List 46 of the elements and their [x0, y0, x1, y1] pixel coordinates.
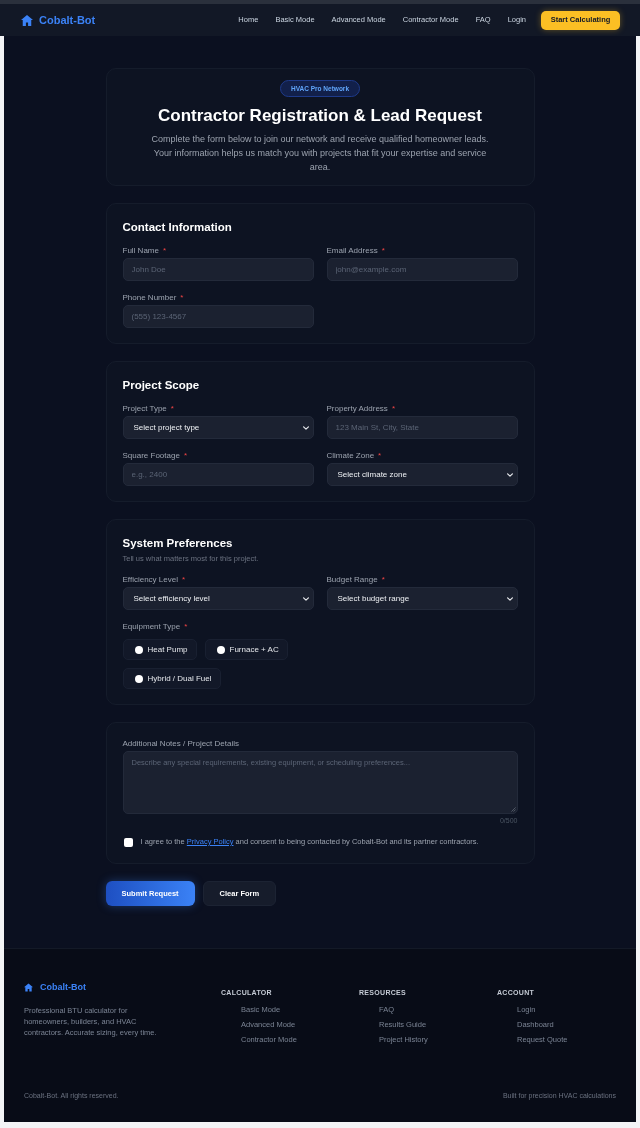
- page-description: Complete the form below to join our network and receive qualified homeowner leads. Your information helps us match you with projects that fit your expertise and service area.: [150, 133, 490, 174]
- chevron-down-icon: [506, 472, 513, 477]
- required-asterisk: *: [183, 451, 187, 461]
- field-label: Efficiency Level: [122, 575, 178, 585]
- field-label: Climate Zone: [326, 451, 375, 461]
- section-title: Contact Information: [122, 220, 232, 235]
- dropdown-select[interactable]: Select climate zone: [326, 463, 518, 486]
- required-asterisk: *: [170, 404, 174, 414]
- field-label: Property Address: [326, 404, 388, 414]
- text-input[interactable]: john@example.com: [326, 258, 518, 281]
- required-asterisk: *: [391, 404, 395, 414]
- required-asterisk: *: [381, 575, 385, 585]
- field-label: Square Footage: [122, 451, 180, 461]
- required-asterisk: *: [184, 622, 188, 632]
- resize-grip-icon: [510, 807, 516, 812]
- page-title: Contractor Registration & Lead Request: [158, 105, 482, 126]
- text-input[interactable]: e.g., 2400: [122, 463, 314, 486]
- section-title: Project Scope: [122, 378, 200, 393]
- field-label: Full Name: [122, 246, 159, 256]
- radio-option[interactable]: Heat Pump: [122, 639, 197, 660]
- field-label: Budget Range: [326, 575, 378, 585]
- radio-option[interactable]: Furnace + AC: [204, 639, 288, 660]
- field-label: Email Address: [326, 246, 378, 256]
- house-icon: [21, 14, 33, 26]
- required-asterisk: *: [180, 293, 184, 303]
- field-label: Phone Number: [122, 293, 177, 303]
- radio-option[interactable]: Hybrid / Dual Fuel: [122, 668, 221, 689]
- section-title: System Preferences: [122, 536, 233, 551]
- dropdown-select[interactable]: Select project type: [122, 416, 314, 439]
- house-icon: [24, 982, 33, 992]
- text-input[interactable]: (555) 123-4567: [122, 305, 314, 328]
- checkbox[interactable]: [123, 837, 133, 847]
- field-label: Equipment Type: [122, 622, 181, 632]
- chevron-down-icon: [302, 425, 309, 430]
- required-asterisk: *: [162, 246, 167, 256]
- chevron-down-icon: [302, 596, 309, 601]
- footer-brand-link[interactable]: Cobalt-Bot: [24, 980, 86, 994]
- field-label: Additional Notes / Project Details: [122, 739, 239, 749]
- required-asterisk: *: [381, 246, 385, 256]
- chevron-down-icon: [506, 596, 513, 601]
- dropdown-select[interactable]: Select budget range: [326, 587, 518, 610]
- dropdown-select[interactable]: Select efficiency level: [122, 587, 314, 610]
- required-asterisk: *: [181, 575, 186, 585]
- field-label: Project Type: [122, 404, 167, 414]
- required-asterisk: *: [378, 451, 382, 461]
- brand-logo-link[interactable]: Cobalt-Bot: [21, 13, 96, 27]
